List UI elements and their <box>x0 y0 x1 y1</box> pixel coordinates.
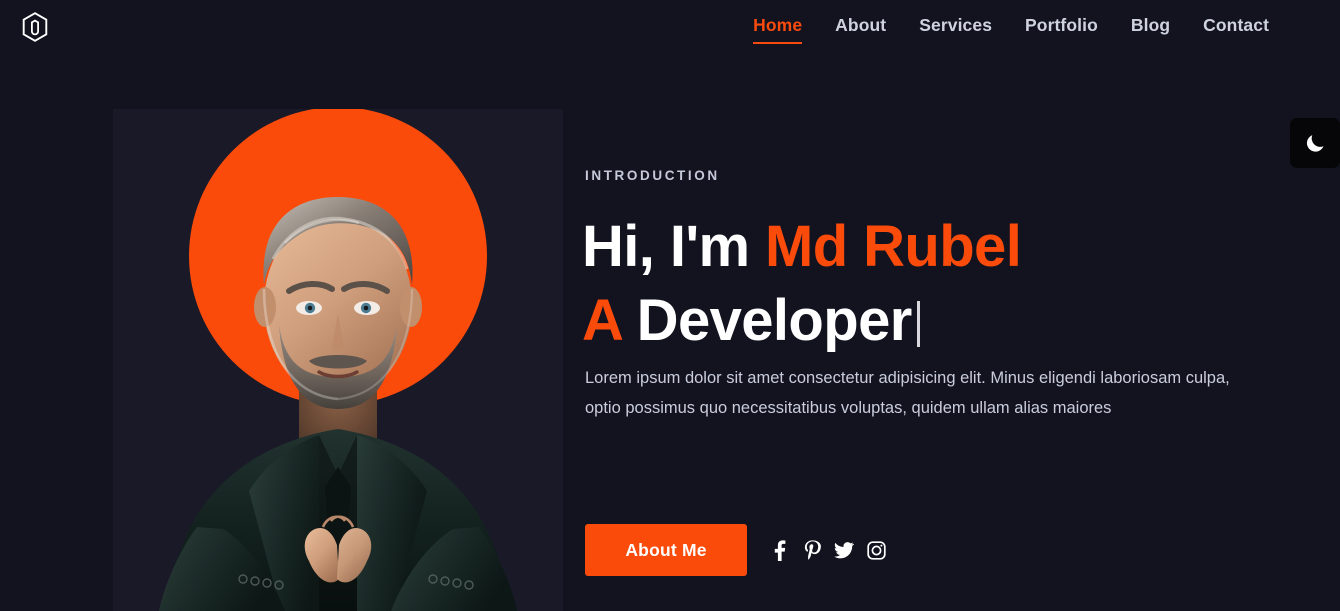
magento-hexagon-logo-icon <box>22 12 48 42</box>
hero-page: Home About Services Portfolio Blog Conta… <box>0 0 1340 611</box>
twitter-icon[interactable] <box>834 539 854 561</box>
nav-item-about[interactable]: About <box>835 16 886 38</box>
hero-headline: Hi, I'm Md Rubel A Developer <box>582 210 1022 358</box>
site-header: Home About Services Portfolio Blog Conta… <box>0 0 1340 54</box>
about-me-button[interactable]: About Me <box>585 524 747 576</box>
hero-paragraph: Lorem ipsum dolor sit amet consectetur a… <box>585 369 1230 417</box>
social-links <box>770 539 886 561</box>
headline-name: Md Rubel <box>765 214 1022 279</box>
headline-greeting: Hi, I'm <box>582 214 766 279</box>
headline-line-2: A Developer <box>582 284 1021 358</box>
typing-caret <box>916 301 920 347</box>
hero-eyebrow: INTRODUCTION <box>585 168 720 183</box>
pinterest-icon[interactable] <box>802 539 822 561</box>
hero-section: INTRODUCTION Hi, I'm Md Rubel A Develope… <box>0 0 1340 611</box>
headline-line-1: Hi, I'm Md Rubel <box>582 210 1022 284</box>
headline-article: A <box>582 288 622 353</box>
site-logo[interactable] <box>18 10 52 44</box>
hero-photo-panel <box>113 109 563 611</box>
primary-navigation: Home About Services Portfolio Blog Conta… <box>753 16 1269 44</box>
moon-icon <box>1306 135 1324 152</box>
hero-actions: About Me <box>585 524 886 576</box>
nav-item-blog[interactable]: Blog <box>1131 16 1170 38</box>
nav-item-home[interactable]: Home <box>753 16 803 44</box>
nav-item-portfolio[interactable]: Portfolio <box>1025 16 1098 38</box>
facebook-icon[interactable] <box>770 539 790 561</box>
nav-item-services[interactable]: Services <box>919 16 992 38</box>
nav-item-contact[interactable]: Contact <box>1203 16 1269 38</box>
headline-role: Developer <box>621 288 913 353</box>
portrait-photo <box>159 197 517 611</box>
instagram-icon[interactable] <box>866 539 886 561</box>
dark-mode-toggle[interactable] <box>1290 118 1340 168</box>
